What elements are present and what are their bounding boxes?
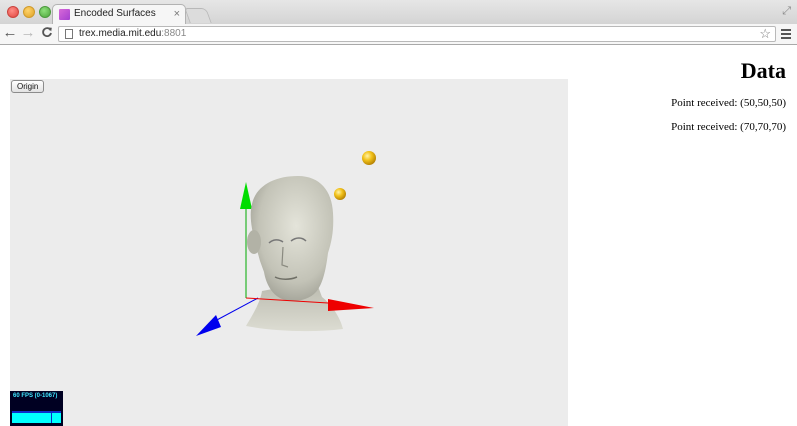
fps-graph-bars xyxy=(12,413,61,423)
url-text[interactable]: trex.media.mit.edu:8801 xyxy=(79,28,186,39)
minimize-window-button[interactable] xyxy=(23,6,35,18)
url-port: :8801 xyxy=(161,28,187,39)
browser-toolbar: ← → trex.media.mit.edu:8801 ☆ xyxy=(0,24,797,45)
browser-titlebar: Encoded Surfaces × ⤢ xyxy=(0,0,797,24)
z-axis-arrow xyxy=(196,297,259,336)
bookmark-star-icon[interactable]: ☆ xyxy=(759,26,771,42)
back-arrow-icon[interactable]: ← xyxy=(2,25,18,41)
url-host: trex.media.mit.edu xyxy=(79,28,162,39)
fps-label: 60 FPS (0-1067) xyxy=(13,393,58,399)
forward-arrow-icon[interactable]: → xyxy=(20,25,36,41)
tab-close-icon[interactable]: × xyxy=(174,7,180,21)
fps-stats-panel[interactable]: 60 FPS (0-1067) xyxy=(10,391,63,426)
zoom-window-button[interactable] xyxy=(39,6,51,18)
fullscreen-icon[interactable]: ⤢ xyxy=(782,5,791,18)
origin-button[interactable]: Origin xyxy=(11,80,45,93)
hamburger-menu-icon[interactable] xyxy=(781,27,791,41)
address-bar[interactable]: trex.media.mit.edu:8801 ☆ xyxy=(58,26,776,42)
fps-graph-dip xyxy=(51,413,52,423)
point-received-line: Point received: (70,70,70) xyxy=(671,121,786,133)
favicon-icon xyxy=(59,9,70,20)
scene-canvas[interactable] xyxy=(10,79,568,426)
data-heading: Data xyxy=(740,58,786,83)
tab-encoded-surfaces[interactable]: Encoded Surfaces × xyxy=(52,4,186,24)
close-window-button[interactable] xyxy=(7,6,19,18)
reload-icon-graphic xyxy=(42,27,52,37)
point-received-line: Point received: (50,50,50) xyxy=(671,97,786,109)
page-icon xyxy=(65,29,73,39)
reload-icon[interactable] xyxy=(39,25,55,41)
point-sphere xyxy=(362,151,376,165)
point-sphere xyxy=(334,188,346,200)
new-tab-button[interactable] xyxy=(184,8,212,23)
webgl-viewport[interactable] xyxy=(10,79,568,426)
tab-title: Encoded Surfaces xyxy=(74,8,156,19)
